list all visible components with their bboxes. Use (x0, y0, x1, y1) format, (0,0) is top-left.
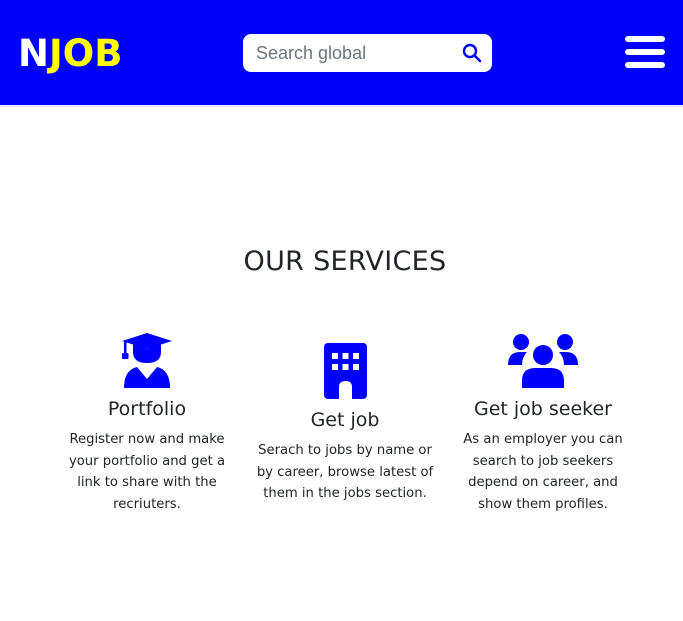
search-box (243, 34, 492, 72)
section-title: OUR SERVICES (243, 246, 447, 277)
hamburger-menu-button[interactable] (625, 36, 665, 68)
users-icon (508, 334, 578, 388)
service-card-portfolio: Portfolio Register now and make your por… (57, 332, 237, 515)
brand-rest: JOB (48, 32, 123, 75)
navbar: NJOB (0, 0, 683, 107)
brand-logo[interactable]: NJOB (18, 32, 122, 76)
menu-bar-icon (625, 36, 665, 42)
service-description: Register now and make your portfolio and… (68, 432, 226, 512)
graduate-icon (122, 333, 172, 388)
service-description: As an employer you can search to job see… (463, 432, 623, 512)
service-title: Get job (310, 409, 380, 431)
menu-bar-icon (625, 62, 665, 68)
service-title: Get job seeker (473, 398, 612, 420)
brand-first-letter: N (18, 32, 49, 75)
search-icon[interactable] (462, 43, 482, 63)
service-card-get-job: Get job Serach to jobs by name or by car… (255, 343, 435, 505)
service-description: Serach to jobs by name or by career, bro… (256, 443, 434, 502)
service-title: Portfolio (107, 398, 187, 420)
service-card-get-job-seeker: Get job seeker As an employer you can se… (453, 332, 633, 515)
search-input[interactable] (243, 34, 453, 72)
menu-bar-icon (625, 49, 665, 55)
building-icon (323, 343, 367, 399)
